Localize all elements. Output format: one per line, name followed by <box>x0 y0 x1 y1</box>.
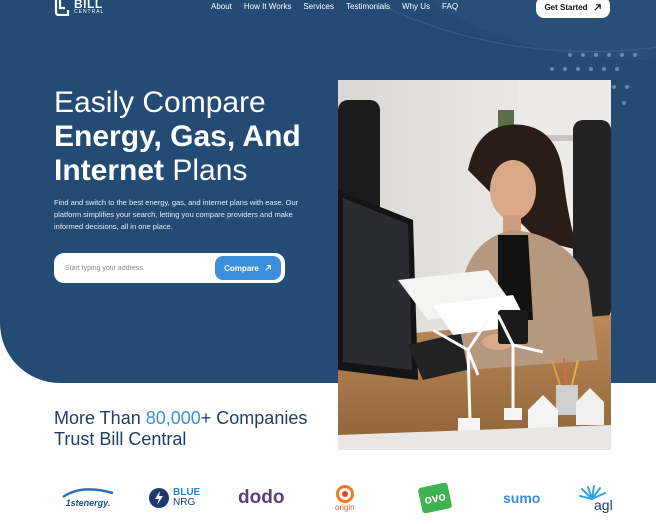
hero-description: Find and switch to the best energy, gas,… <box>54 198 299 231</box>
main-nav: About How It Works Services Testimonials… <box>211 2 458 11</box>
headline-line-3-rest: Plans <box>164 154 248 187</box>
compare-button[interactable]: Compare <box>215 256 281 280</box>
partner-logos: 1stenergy. BLUE NRG dodo origin ovo sumo… <box>0 478 656 518</box>
nav-item-testimonials[interactable]: Testimonials <box>346 2 390 11</box>
trust-heading: More Than 80,000+ Companies Trust Bill C… <box>54 408 344 450</box>
headline-line-3-bold: Internet <box>54 154 165 187</box>
partner-sumo-logo: sumo <box>503 478 540 518</box>
brand-subname: CENTRAL <box>74 9 105 15</box>
brand-wordmark: BILL CENTRAL <box>74 0 105 15</box>
partner-origin-logo: origin <box>335 478 355 518</box>
partner-1stenergy-text: 1stenergy. <box>65 498 111 508</box>
origin-circle-icon <box>335 484 354 503</box>
partner-bluenrg-logo: BLUE NRG <box>149 478 200 518</box>
address-search-input[interactable] <box>62 259 218 277</box>
partner-agl-text: agl <box>594 497 613 513</box>
arrow-up-right-icon <box>593 4 601 11</box>
arrow-up-right-icon <box>265 265 271 271</box>
hero-headline: Easily Compare Energy, Gas, And Internet… <box>54 86 354 188</box>
woman-at-desk-image <box>338 80 611 450</box>
trust-line-2: Trust Bill Central <box>54 429 187 449</box>
logo-mark-icon <box>54 0 70 16</box>
nav-item-services[interactable]: Services <box>303 2 334 11</box>
compare-label: Compare <box>224 263 259 273</box>
partner-1stenergy-logo: 1stenergy. <box>60 478 116 518</box>
hero-photo <box>338 80 611 450</box>
partner-ovo-logo: ovo <box>417 478 453 518</box>
lightning-bolt-icon <box>149 488 169 508</box>
partner-dodo-text: dodo <box>238 487 285 508</box>
partner-bluenrg-bottom: NRG <box>173 497 196 508</box>
partner-origin-text: origin <box>335 502 355 512</box>
trust-number: 80,000 <box>145 408 201 428</box>
partner-agl-logo: agl <box>578 478 613 518</box>
trust-prefix: More Than <box>54 408 146 428</box>
address-search: Compare <box>54 253 285 283</box>
partner-ovo-text: ovo <box>423 488 447 508</box>
partner-sumo-text: sumo <box>503 490 541 506</box>
get-started-button[interactable]: Get Started <box>536 0 610 18</box>
partner-dodo-logo: dodo <box>238 478 284 518</box>
nav-item-about[interactable]: About <box>211 2 232 11</box>
nav-item-how-it-works[interactable]: How It Works <box>244 2 291 11</box>
brand-logo[interactable]: BILL CENTRAL <box>54 0 104 16</box>
headline-line-2: Energy, Gas, And <box>54 120 301 153</box>
swoosh-icon <box>62 488 114 498</box>
nav-item-why-us[interactable]: Why Us <box>402 2 430 11</box>
trust-suffix: + Companies <box>200 408 308 428</box>
get-started-label: Get Started <box>544 3 588 12</box>
headline-line-1: Easily Compare <box>54 86 266 119</box>
nav-item-faq[interactable]: FAQ <box>442 2 458 11</box>
